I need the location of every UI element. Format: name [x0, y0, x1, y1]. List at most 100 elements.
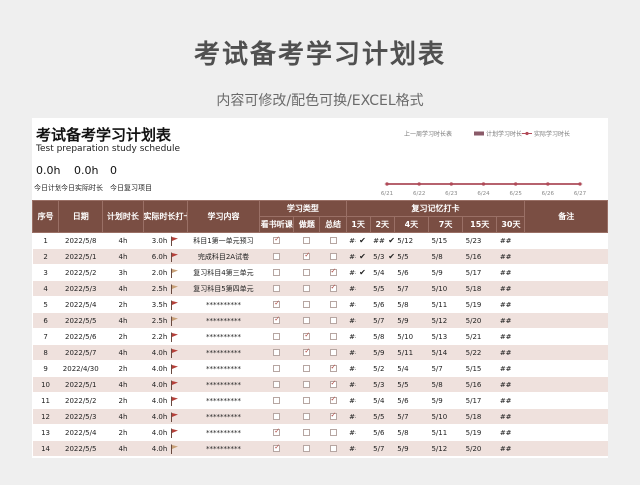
checkbox-icon[interactable] [329, 395, 337, 404]
cell-type-checkbox[interactable] [259, 280, 294, 297]
cell-plan[interactable]: 4h [102, 312, 144, 329]
checkbox-icon[interactable] [303, 301, 311, 308]
cell-type-checkbox[interactable] [293, 312, 320, 329]
cell-type-checkbox[interactable] [293, 376, 320, 393]
cell-review[interactable]: 5/10 [428, 408, 463, 425]
checkbox-icon[interactable] [273, 299, 281, 308]
cell-review[interactable]: 5/8 [394, 424, 429, 441]
cell-review[interactable] [385, 424, 395, 441]
cell-date[interactable]: 2022/5/2 [58, 392, 103, 409]
cell-type-checkbox[interactable] [259, 296, 294, 313]
cell-actual[interactable]: 4.0h [143, 344, 188, 361]
cell-review[interactable]: 5/8 [428, 376, 463, 393]
cell-actual[interactable]: 4.0h [143, 392, 188, 409]
cell-actual[interactable]: 4.0h [143, 440, 188, 457]
cell-review[interactable] [385, 376, 395, 393]
cell-type-checkbox[interactable] [259, 360, 294, 377]
cell-type-checkbox[interactable] [319, 264, 347, 281]
cell-review[interactable] [385, 280, 395, 297]
cell-actual[interactable]: 2.0h [143, 264, 188, 281]
cell-review[interactable]: 5/4 [370, 392, 386, 409]
checkbox-icon[interactable] [273, 333, 281, 340]
checkbox-icon[interactable] [273, 285, 281, 292]
cell-review[interactable]: ## [346, 392, 357, 409]
checkbox-icon[interactable] [303, 413, 311, 420]
cell-date[interactable]: 2022/5/5 [58, 312, 103, 329]
cell-type-checkbox[interactable] [293, 296, 320, 313]
cell-type-checkbox[interactable] [293, 360, 320, 377]
cell-type-checkbox[interactable] [259, 392, 294, 409]
cell-review[interactable] [356, 376, 371, 393]
cell-plan[interactable]: 2h [102, 328, 144, 345]
checkbox-icon[interactable] [329, 283, 337, 292]
cell-date[interactable]: 2022/5/3 [58, 408, 103, 425]
cell-review[interactable]: 5/9 [428, 392, 463, 409]
cell-type-checkbox[interactable] [319, 344, 347, 361]
cell-type-checkbox[interactable] [319, 312, 347, 329]
checkbox-icon[interactable] [273, 397, 281, 404]
cell-type-checkbox[interactable] [259, 264, 294, 281]
checkbox-icon[interactable] [329, 317, 337, 324]
cell-review[interactable]: 5/16 [462, 376, 497, 393]
cell-type-checkbox[interactable] [293, 424, 320, 441]
cell-date[interactable]: 2022/5/8 [58, 232, 103, 249]
checkbox-icon[interactable] [303, 251, 311, 260]
cell-note[interactable] [524, 312, 608, 329]
cell-review[interactable]: ## [496, 392, 525, 409]
cell-actual[interactable]: 2.5h [143, 312, 188, 329]
cell-review[interactable]: ## [496, 424, 525, 441]
cell-review[interactable]: 5/4 [370, 264, 386, 281]
cell-review[interactable]: 5/7 [394, 408, 429, 425]
cell-content[interactable]: ********** [187, 296, 260, 313]
cell-type-checkbox[interactable] [319, 440, 347, 457]
cell-type-checkbox[interactable] [293, 232, 320, 249]
cell-review[interactable]: 5/6 [370, 296, 386, 313]
cell-review[interactable]: 5/18 [462, 408, 497, 425]
cell-type-checkbox[interactable] [293, 440, 320, 457]
cell-review[interactable]: 5/7 [428, 360, 463, 377]
cell-review[interactable]: 5/8 [428, 248, 463, 265]
cell-date[interactable]: 2022/5/4 [58, 296, 103, 313]
checkbox-icon[interactable] [329, 237, 337, 244]
cell-review[interactable] [356, 296, 371, 313]
cell-review[interactable]: 5/19 [462, 424, 497, 441]
cell-review[interactable]: ✔ [356, 264, 371, 281]
cell-review[interactable]: 5/15 [428, 232, 463, 249]
cell-actual[interactable]: 4.0h [143, 424, 188, 441]
cell-plan[interactable]: 4h [102, 440, 144, 457]
cell-type-checkbox[interactable] [319, 328, 347, 345]
cell-content[interactable]: 复习科目4第三单元 [187, 264, 260, 281]
checkbox-icon[interactable] [273, 443, 281, 452]
cell-content[interactable]: ********** [187, 328, 260, 345]
cell-plan[interactable]: 4h [102, 280, 144, 297]
cell-type-checkbox[interactable] [319, 424, 347, 441]
cell-review[interactable]: 5/19 [462, 296, 497, 313]
cell-actual[interactable]: 4.0h [143, 408, 188, 425]
cell-review[interactable]: 5/18 [462, 280, 497, 297]
cell-date[interactable]: 2022/5/4 [58, 424, 103, 441]
cell-review[interactable]: 5/2 [370, 360, 386, 377]
cell-type-checkbox[interactable] [259, 312, 294, 329]
cell-content[interactable]: ********** [187, 424, 260, 441]
cell-review[interactable] [356, 280, 371, 297]
cell-type-checkbox[interactable] [293, 408, 320, 425]
cell-review[interactable] [356, 440, 371, 457]
cell-date[interactable]: 2022/4/30 [58, 360, 103, 377]
cell-review[interactable]: 5/6 [394, 264, 429, 281]
cell-content[interactable]: ********** [187, 376, 260, 393]
cell-type-checkbox[interactable] [259, 328, 294, 345]
cell-note[interactable] [524, 360, 608, 377]
cell-actual[interactable]: 6.0h [143, 248, 188, 265]
cell-review[interactable]: ## [346, 296, 357, 313]
checkbox-icon[interactable] [273, 349, 281, 356]
cell-note[interactable] [524, 264, 608, 281]
checkbox-icon[interactable] [303, 285, 311, 292]
cell-note[interactable] [524, 424, 608, 441]
checkbox-icon[interactable] [329, 411, 337, 420]
cell-review[interactable] [385, 264, 395, 281]
cell-content[interactable]: ********** [187, 312, 260, 329]
cell-review[interactable]: 5/5 [394, 248, 429, 265]
cell-plan[interactable]: 2h [102, 360, 144, 377]
cell-review[interactable]: 5/5 [370, 408, 386, 425]
cell-review[interactable]: ## [346, 312, 357, 329]
